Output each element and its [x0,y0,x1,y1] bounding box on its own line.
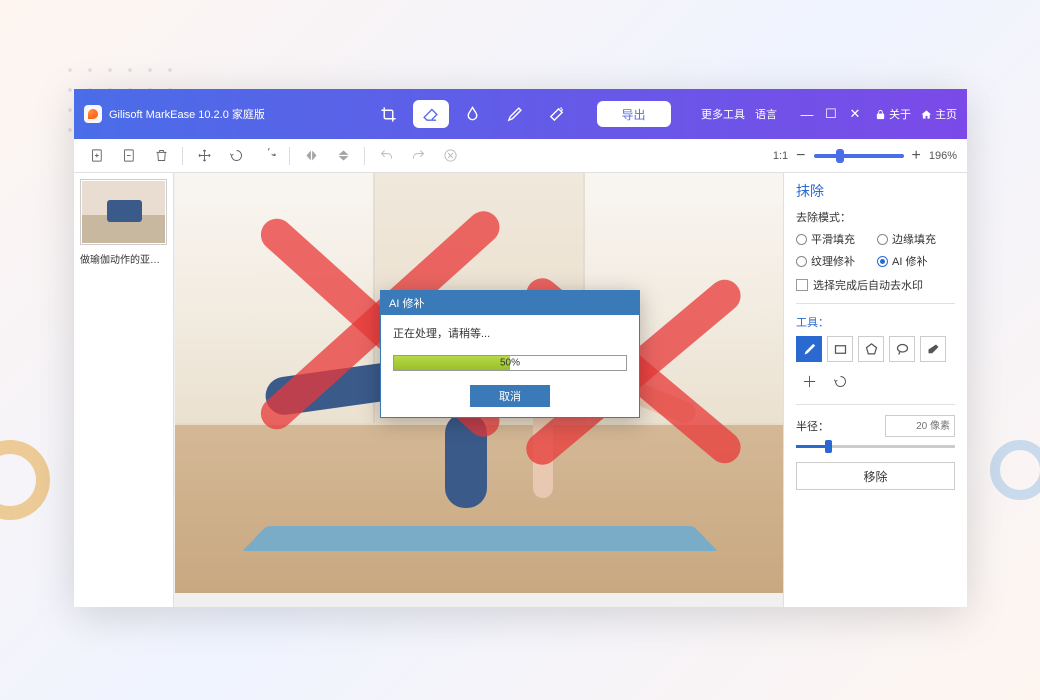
minimize-button[interactable]: — [797,104,817,124]
export-button[interactable]: 导出 [597,101,671,127]
thumbnail-caption: 做瑜伽动作的亚洲... [80,249,167,268]
add-file-button[interactable] [84,143,110,169]
eraser-shape-button[interactable] [920,336,946,362]
thumbnail-panel: 做瑜伽动作的亚洲... [74,173,174,607]
radius-input[interactable] [885,415,955,437]
auto-remove-checkbox[interactable]: 选择完成后自动去水印 [796,277,955,293]
erase-tool[interactable] [413,100,449,128]
reset-selection-button[interactable] [827,368,853,394]
clear-button[interactable] [437,143,463,169]
delete-button[interactable] [148,143,174,169]
undo-button[interactable] [373,143,399,169]
cancel-button[interactable]: 取消 [470,385,550,407]
progress-percent: 50% [500,358,520,369]
polygon-shape-button[interactable] [858,336,884,362]
mode-smooth-radio[interactable]: 平滑填充 [796,231,855,247]
thumbnail-image [82,181,165,243]
rotate-left-button[interactable] [223,143,249,169]
move-icon[interactable] [191,143,217,169]
mode-texture-radio[interactable]: 纹理修补 [796,253,855,269]
dialog-title: AI 修补 [381,291,639,315]
secondary-toolbar: 1:1 − + 196% [74,139,967,173]
mode-edge-radio[interactable]: 边缘填充 [877,231,936,247]
progress-dialog: AI 修补 正在处理，请稍等... 50% 取消 [380,290,640,418]
radius-label: 半径： [796,418,829,434]
redo-button[interactable] [405,143,431,169]
panel-title: 抹除 [796,181,955,201]
about-link[interactable]: 关于 [875,106,911,122]
window-title: Gilisoft MarkEase 10.2.0 家庭版 [109,106,265,122]
zoom-percent-label: 196% [929,150,957,162]
language-link[interactable]: 语言 [755,106,777,122]
zoom-out-button[interactable]: − [796,147,805,165]
dialog-message: 正在处理，请稍等... [393,325,627,341]
blur-tool[interactable] [455,100,491,128]
brush-shape-button[interactable] [796,336,822,362]
remove-file-button[interactable] [116,143,142,169]
move-selection-button[interactable] [796,368,822,394]
rotate-right-button[interactable] [255,143,281,169]
app-logo-icon [84,105,102,123]
rectangle-shape-button[interactable] [827,336,853,362]
lasso-shape-button[interactable] [889,336,915,362]
progress-bar: 50% [393,355,627,371]
crop-tool[interactable] [371,100,407,128]
zoom-slider[interactable] [814,154,904,158]
brush-tool[interactable] [497,100,533,128]
remove-button[interactable]: 移除 [796,462,955,490]
titlebar: Gilisoft MarkEase 10.2.0 家庭版 导出 更多工具 语言 … [74,89,967,139]
maximize-button[interactable]: ☐ [821,104,841,124]
side-panel: 抹除 去除模式： 平滑填充 边缘填充 纹理修补 AI 修补 选择完成后自动去水印… [783,173,967,607]
mode-label: 去除模式： [796,209,955,225]
mode-ai-radio[interactable]: AI 修补 [877,253,927,269]
close-button[interactable]: ✕ [845,104,865,124]
thumbnail-item[interactable] [80,179,167,245]
zoom-in-button[interactable]: + [912,147,921,165]
tools-label: 工具： [796,314,955,330]
zoom-ratio-label[interactable]: 1:1 [773,150,788,162]
flip-vertical-button[interactable] [330,143,356,169]
radius-slider[interactable] [796,445,955,448]
home-link[interactable]: 主页 [921,106,957,122]
more-tools-link[interactable]: 更多工具 [701,106,745,122]
flip-horizontal-button[interactable] [298,143,324,169]
wand-tool[interactable] [539,100,575,128]
